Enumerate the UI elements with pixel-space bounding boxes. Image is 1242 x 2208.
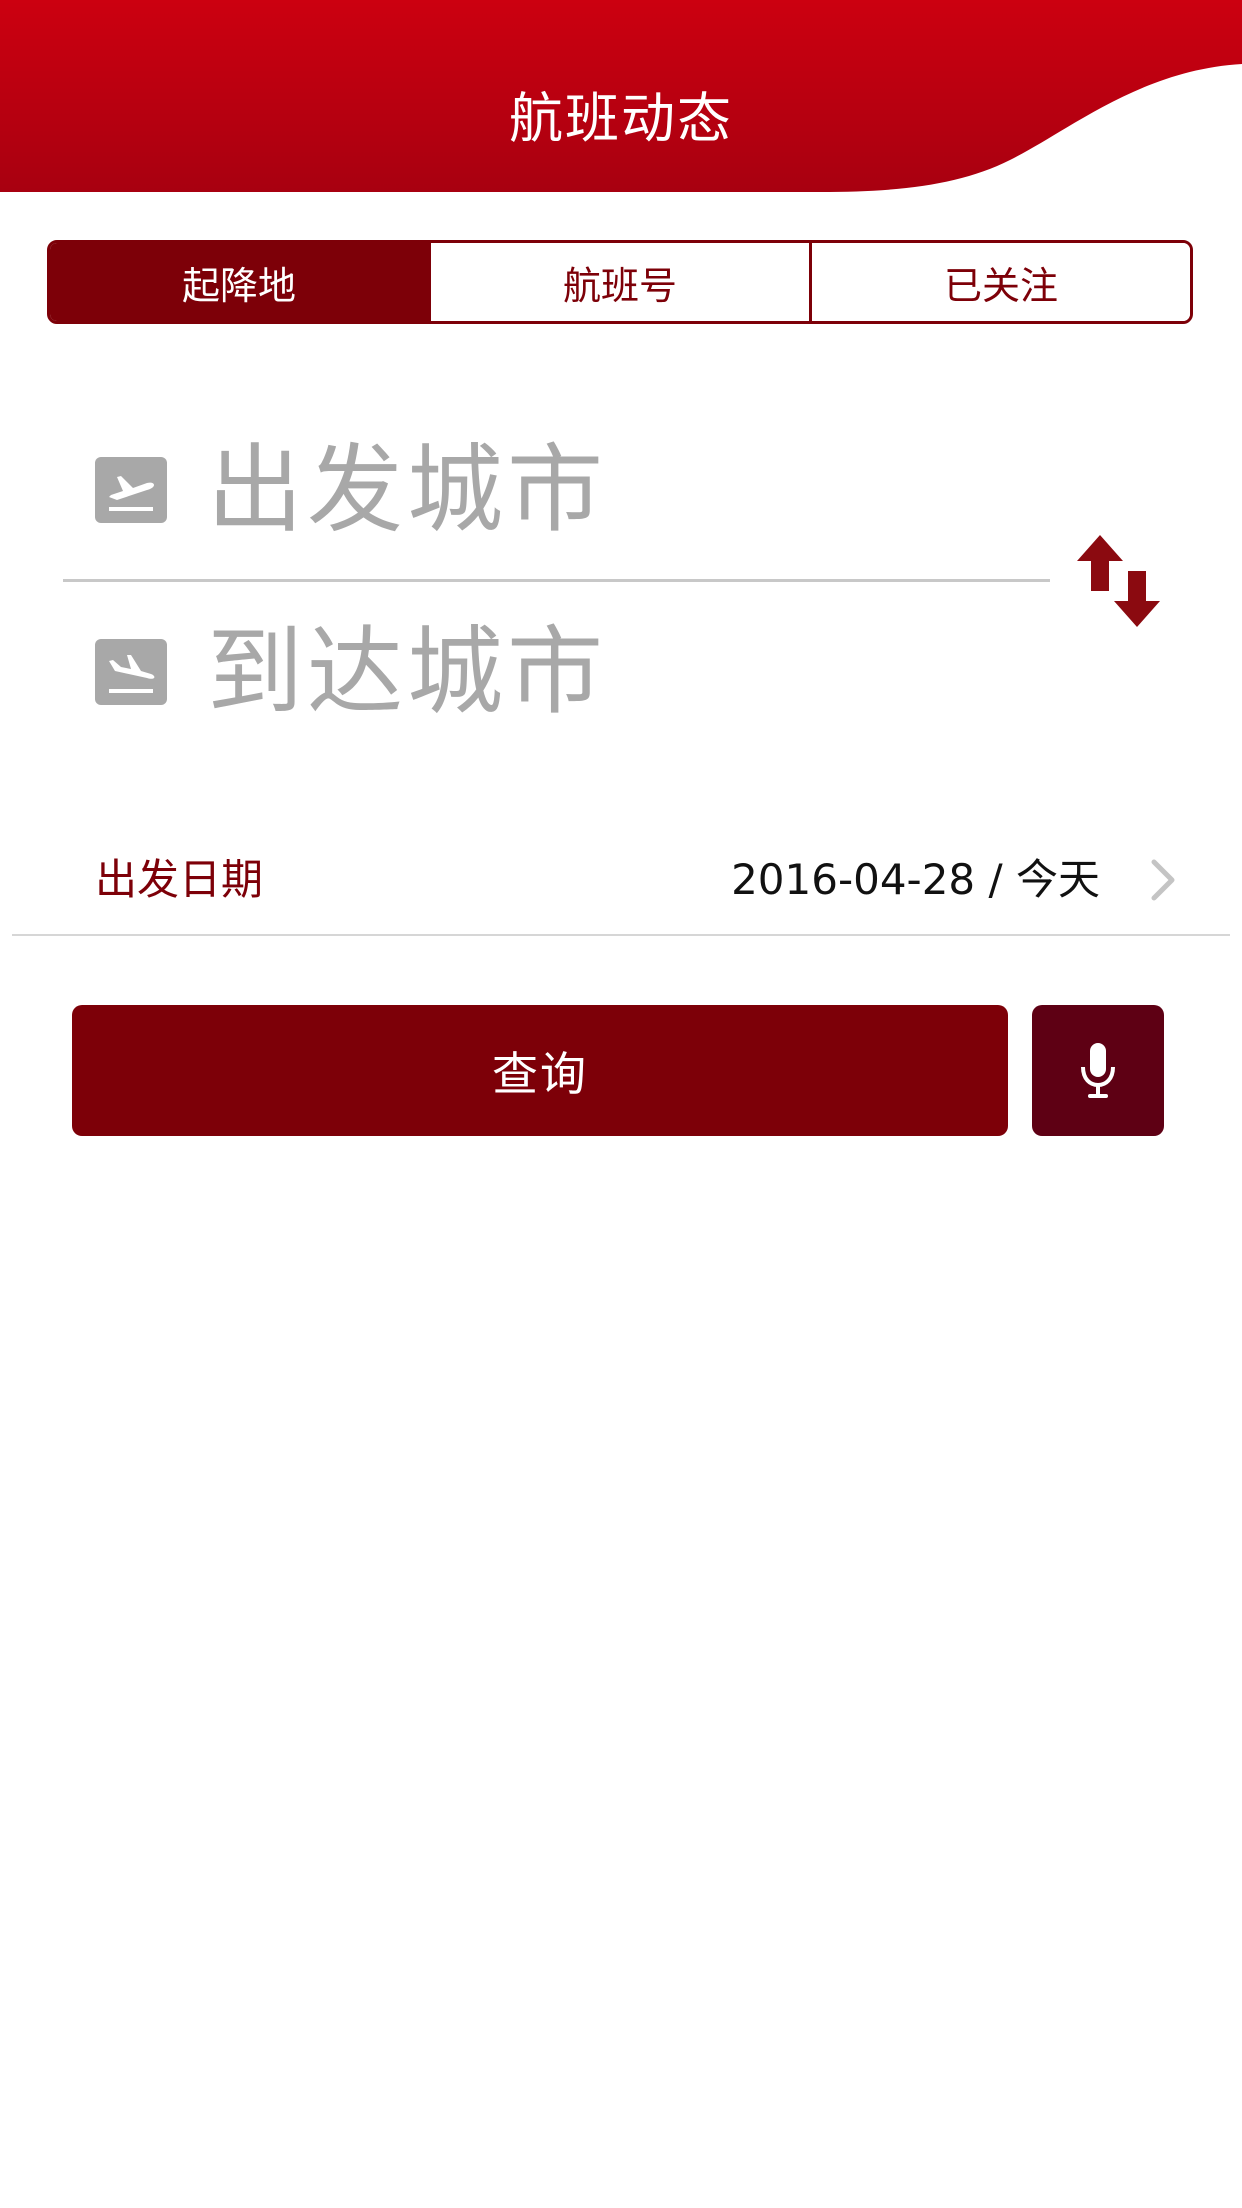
swap-arrows-icon [1077, 535, 1160, 627]
date-label: 出发日期 [95, 855, 264, 904]
arrival-city-field[interactable]: 到达城市 [63, 592, 1053, 752]
tab-followed[interactable]: 已关注 [809, 243, 1190, 321]
search-mode-tabs: 起降地 航班号 已关注 [47, 240, 1193, 324]
city-divider [63, 579, 1050, 582]
tab-flight-number[interactable]: 航班号 [428, 243, 809, 321]
microphone-icon [1081, 1042, 1115, 1098]
voice-search-button[interactable] [1032, 1005, 1164, 1136]
date-value: 2016-04-28 / 今天 [731, 855, 1100, 904]
chevron-right-icon [1151, 859, 1175, 901]
takeoff-icon [95, 457, 167, 523]
arrival-city-placeholder: 到达城市 [207, 616, 607, 728]
header-bar: 航班动态 [0, 0, 1242, 195]
departure-date-row[interactable]: 出发日期 2016-04-28 / 今天 [12, 830, 1230, 936]
departure-city-field[interactable]: 出发城市 [63, 410, 1053, 570]
swap-cities-button[interactable] [1076, 535, 1161, 627]
query-button[interactable]: 查询 [72, 1005, 1008, 1136]
flight-status-screen: 航班动态 起降地 航班号 已关注 出发城市 到达城市 出发日期 2016-04-… [0, 0, 1242, 2208]
landing-icon [95, 639, 167, 705]
departure-city-placeholder: 出发城市 [207, 434, 607, 546]
page-title: 航班动态 [509, 87, 733, 150]
tab-departure-arrival[interactable]: 起降地 [50, 243, 428, 321]
